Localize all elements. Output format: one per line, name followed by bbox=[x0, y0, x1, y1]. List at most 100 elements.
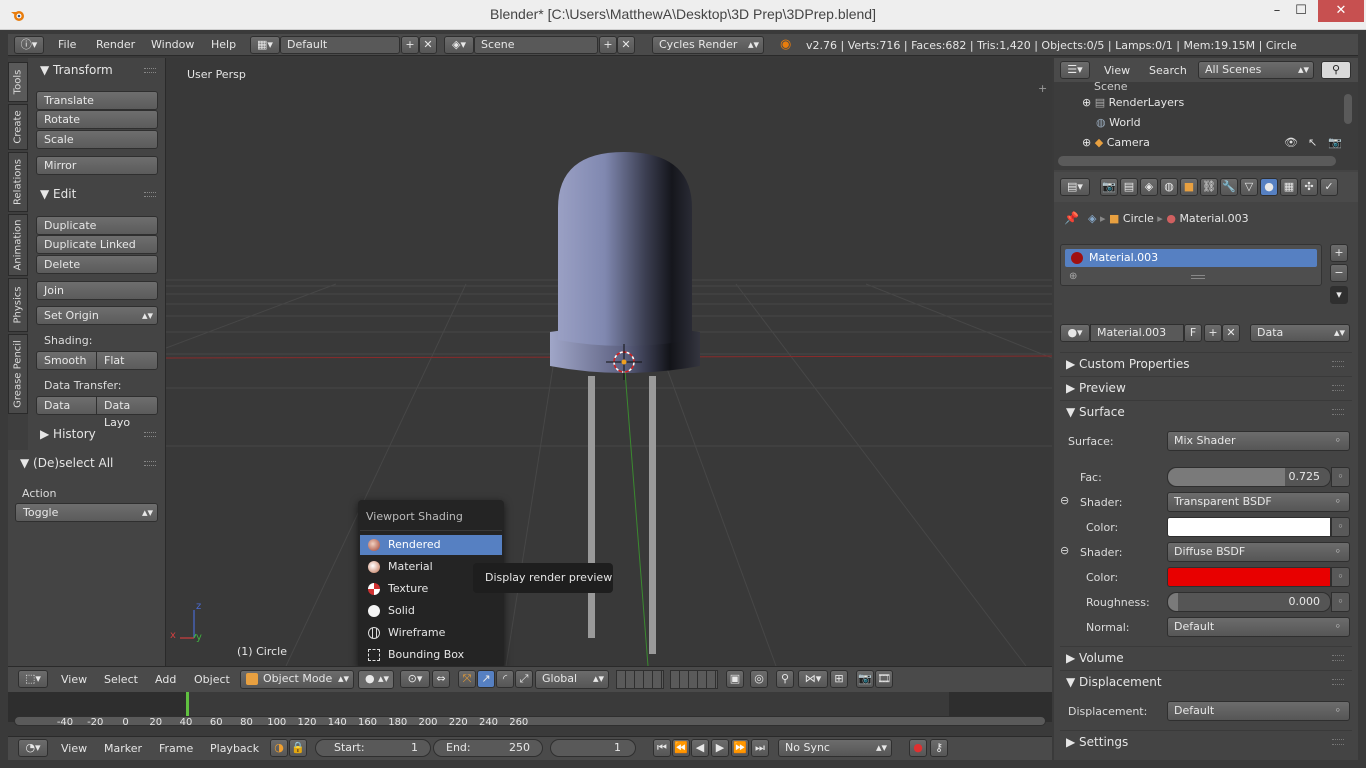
sync-dropdown[interactable]: No Sync ▴▾ bbox=[778, 739, 892, 757]
render-tab-icon[interactable]: 📷 bbox=[1100, 178, 1118, 196]
object-tab-icon[interactable]: ■ bbox=[1180, 178, 1198, 196]
editor-type-outliner-button[interactable]: ☰▾ bbox=[1060, 61, 1090, 79]
rotate-button[interactable]: Rotate bbox=[36, 110, 158, 129]
shader1-collapse-icon[interactable]: ⊖ bbox=[1060, 494, 1069, 507]
pivot-point-icon[interactable]: ⊙▾ bbox=[400, 670, 430, 688]
add-slot-icon[interactable]: + bbox=[1330, 244, 1348, 262]
maximize-button[interactable]: ☐ bbox=[1286, 0, 1316, 22]
transform-orientation-dropdown[interactable]: Global ▴▾ bbox=[535, 670, 609, 689]
current-frame-field[interactable]: 1 bbox=[550, 739, 636, 757]
menu-view[interactable]: View bbox=[61, 673, 87, 686]
outliner-vscroll[interactable] bbox=[1344, 94, 1352, 124]
start-frame-field[interactable]: Start: 1 bbox=[315, 739, 431, 757]
delete-button[interactable]: Delete bbox=[36, 255, 158, 274]
jump-end-icon[interactable]: ⏭ bbox=[751, 739, 769, 757]
editor-type-timeline-button[interactable]: ◔▾ bbox=[18, 739, 48, 757]
lock-range-icon[interactable]: 🔒 bbox=[289, 739, 307, 757]
fac-link-icon[interactable]: ◦ bbox=[1331, 467, 1350, 487]
viewport-corner-plus-icon[interactable]: + bbox=[1038, 82, 1047, 95]
displacement-dropdown[interactable]: Default ◦ bbox=[1167, 701, 1350, 721]
duplicate-linked-button[interactable]: Duplicate Linked bbox=[36, 235, 158, 254]
menu-frame[interactable]: Frame bbox=[159, 742, 193, 755]
outliner-item-world[interactable]: ◍ World bbox=[1096, 116, 1141, 129]
join-button[interactable]: Join bbox=[36, 281, 158, 300]
keying-set-icon[interactable]: ⚷ bbox=[930, 739, 948, 757]
menu-render[interactable]: Render bbox=[96, 38, 135, 51]
panel-grip-icon[interactable] bbox=[144, 192, 156, 197]
preview-range-icon[interactable]: ◑ bbox=[270, 739, 288, 757]
mode-dropdown[interactable]: Object Mode ▴▾ bbox=[240, 670, 354, 689]
menu-outliner-search[interactable]: Search bbox=[1149, 64, 1187, 77]
proportional-edit-icon[interactable]: ◎ bbox=[750, 670, 768, 688]
menu-object[interactable]: Object bbox=[194, 673, 230, 686]
tab-relations[interactable]: Relations bbox=[8, 152, 28, 212]
end-frame-field[interactable]: End: 250 bbox=[433, 739, 543, 757]
remove-slot-icon[interactable]: − bbox=[1330, 264, 1348, 282]
scene-field[interactable]: Scene bbox=[474, 36, 598, 54]
menu-select[interactable]: Select bbox=[104, 673, 138, 686]
flat-button[interactable]: Flat bbox=[96, 351, 158, 370]
material-link-dropdown[interactable]: Data ▴▾ bbox=[1250, 324, 1350, 342]
jump-keyframe-forward-icon[interactable]: ⏩ bbox=[731, 739, 749, 757]
preview-panel-header[interactable]: ▶ Preview bbox=[1060, 376, 1352, 398]
roughness-link-icon[interactable]: ◦ bbox=[1331, 592, 1350, 612]
outliner[interactable]: ☰▾ View Search All Scenes ▴▾ ⚲ Scene ⊕ ▤ … bbox=[1054, 58, 1358, 170]
material-slot-row[interactable]: Material.003 bbox=[1065, 249, 1317, 267]
outliner-scrollbar[interactable] bbox=[1058, 156, 1336, 166]
menu-outliner-view[interactable]: View bbox=[1104, 64, 1130, 77]
panel-grip-icon[interactable] bbox=[144, 461, 156, 466]
scene-tab-icon[interactable]: ◈ bbox=[1140, 178, 1158, 196]
material-name-field[interactable]: Material.003 bbox=[1090, 324, 1184, 342]
manipulator-icon[interactable]: ⤧ bbox=[458, 670, 476, 688]
set-origin-dropdown[interactable]: Set Origin ▴▾ bbox=[36, 306, 158, 325]
displacement-panel-header[interactable]: ▼ Displacement bbox=[1060, 670, 1352, 692]
duplicate-button[interactable]: Duplicate bbox=[36, 216, 158, 235]
shading-solid-item[interactable]: Solid bbox=[360, 601, 502, 621]
shader2-collapse-icon[interactable]: ⊖ bbox=[1060, 544, 1069, 557]
shader2-dropdown[interactable]: Diffuse BSDF ◦ bbox=[1167, 542, 1350, 562]
jump-start-icon[interactable]: ⏮ bbox=[653, 739, 671, 757]
translate-button[interactable]: Translate bbox=[36, 91, 158, 110]
shading-wireframe-item[interactable]: Wireframe bbox=[360, 623, 502, 643]
transform-panel-header[interactable]: ▼ Transform bbox=[40, 63, 113, 77]
modifiers-tab-icon[interactable]: 🔧 bbox=[1220, 178, 1238, 196]
tab-create[interactable]: Create bbox=[8, 104, 28, 150]
tab-physics[interactable]: Physics bbox=[8, 278, 28, 332]
particles-tab-icon[interactable]: ✣ bbox=[1300, 178, 1318, 196]
normal-dropdown[interactable]: Default ◦ bbox=[1167, 617, 1350, 637]
add-layout-icon[interactable]: + bbox=[401, 36, 419, 54]
remove-layout-icon[interactable]: ✕ bbox=[419, 36, 437, 54]
snap-target-icon[interactable]: ⊞ bbox=[830, 670, 848, 688]
tab-animation[interactable]: Animation bbox=[8, 214, 28, 276]
constraints-tab-icon[interactable]: ⛓ bbox=[1200, 178, 1218, 196]
data-transfer-button[interactable]: Data bbox=[36, 396, 97, 415]
screen-layout-field[interactable]: Default bbox=[280, 36, 400, 54]
opengl-anim-icon[interactable]: 🎞 bbox=[875, 670, 893, 688]
shading-bounding-box-item[interactable]: Bounding Box bbox=[360, 645, 502, 665]
pin-icon[interactable]: 📌 bbox=[1064, 211, 1079, 225]
visibility-eye-icon[interactable]: 👁 bbox=[1284, 136, 1298, 149]
roughness-slider[interactable]: 0.000 bbox=[1167, 592, 1331, 612]
texture-tab-icon[interactable]: ▦ bbox=[1280, 178, 1298, 196]
material-slot-list[interactable]: Material.003 ⊕ bbox=[1060, 244, 1322, 286]
snap-icon[interactable]: ⚲ bbox=[776, 670, 794, 688]
render-layers-tab-icon[interactable]: ▤ bbox=[1120, 178, 1138, 196]
fake-user-button[interactable]: F bbox=[1184, 324, 1202, 342]
custom-properties-panel-header[interactable]: ▶ Custom Properties bbox=[1060, 352, 1352, 374]
menu-window[interactable]: Window bbox=[151, 38, 194, 51]
history-panel-header[interactable]: ▶ History bbox=[40, 427, 96, 441]
play-icon[interactable]: ▶ bbox=[711, 739, 729, 757]
color2-swatch[interactable] bbox=[1167, 567, 1331, 587]
scale-manipulator-icon[interactable]: ⤢ bbox=[515, 670, 533, 688]
volume-panel-header[interactable]: ▶ Volume bbox=[1060, 646, 1352, 668]
rotate-manipulator-icon[interactable]: ◜ bbox=[496, 670, 514, 688]
play-reverse-icon[interactable]: ◀ bbox=[691, 739, 709, 757]
record-icon[interactable]: ● bbox=[909, 739, 927, 757]
world-tab-icon[interactable]: ◍ bbox=[1160, 178, 1178, 196]
viewport-shading-button[interactable]: ● ▴▾ bbox=[358, 670, 394, 689]
menu-help[interactable]: Help bbox=[211, 38, 236, 51]
outliner-filter-dropdown[interactable]: All Scenes ▴▾ bbox=[1198, 61, 1314, 79]
scene-icon[interactable]: ◈▾ bbox=[444, 36, 474, 54]
fac-slider[interactable]: 0.725 bbox=[1167, 467, 1331, 487]
scale-button[interactable]: Scale bbox=[36, 130, 158, 149]
